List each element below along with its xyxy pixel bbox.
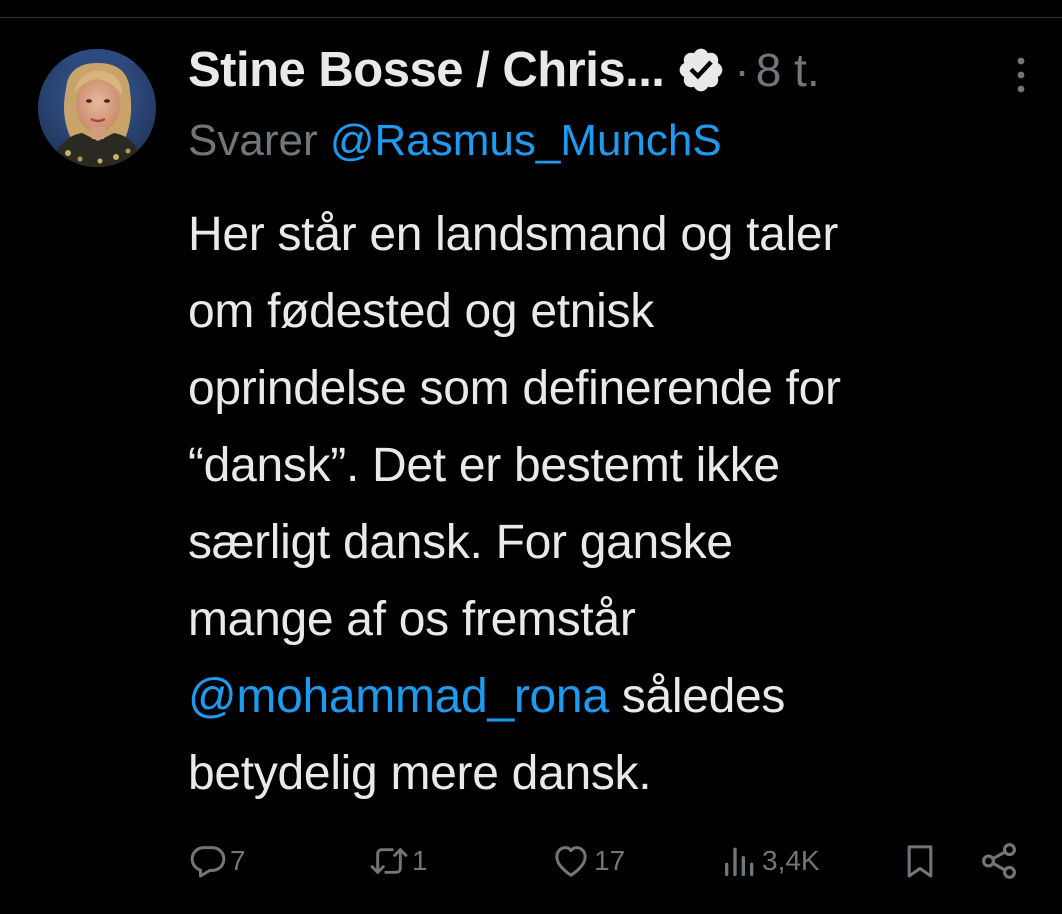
- avatar-image: [38, 49, 156, 167]
- author-avatar[interactable]: [38, 49, 156, 167]
- reply-to-mention-link[interactable]: @Rasmus_MunchS: [330, 116, 722, 165]
- tweet-text-line: Her står en landsmand og taler: [188, 208, 839, 261]
- more-options-icon[interactable]: [1000, 52, 1042, 98]
- tweet-text-line: “dansk”. Det er bestemt ikke: [188, 439, 780, 492]
- tweet-header: Stine Bosse / Chris... · 8 t.: [188, 38, 820, 102]
- tweet-text-line: om fødested og etnisk: [188, 285, 654, 338]
- author-display-name[interactable]: Stine Bosse / Chris...: [188, 42, 665, 98]
- reply-button[interactable]: 7: [188, 836, 246, 886]
- tweet-text: Her står en landsmand og taler om fødest…: [188, 196, 1038, 812]
- tweet-text-line: mange af os fremstår: [188, 593, 636, 646]
- tweet-timestamp[interactable]: 8 t.: [756, 43, 820, 97]
- share-button[interactable]: [978, 836, 1020, 886]
- bookmark-button[interactable]: [900, 836, 940, 886]
- tweet-text-line: oprindelse som definerende for: [188, 362, 841, 415]
- share-icon: [982, 843, 1016, 879]
- heart-icon: [555, 846, 587, 877]
- repost-button[interactable]: 1: [368, 836, 428, 886]
- like-count: 17: [594, 845, 626, 876]
- tweet-text-fragment: således: [608, 670, 786, 723]
- tweet-action-bar: 7 1 17 3,4K: [188, 836, 1028, 886]
- view-count: 3,4K: [762, 845, 820, 876]
- reply-count: 7: [230, 845, 246, 876]
- top-divider: [0, 0, 1062, 18]
- repost-icon: [370, 848, 408, 874]
- repost-count: 1: [412, 845, 428, 876]
- like-button[interactable]: 17: [550, 836, 625, 886]
- replying-to-line: Svarer @Rasmus_MunchS: [188, 116, 722, 166]
- tweet-text-line: betydelig mere dansk.: [188, 747, 652, 800]
- verified-badge-icon[interactable]: [676, 45, 726, 95]
- views-chart-icon: [725, 847, 754, 876]
- tweet-text-line: særligt dansk. For ganske: [188, 516, 733, 569]
- tweet-text-line: @mohammad_rona således: [188, 658, 1038, 735]
- views-button[interactable]: 3,4K: [720, 836, 820, 886]
- mention-link[interactable]: @mohammad_rona: [188, 670, 609, 723]
- header-separator: ·: [734, 44, 750, 96]
- reply-prefix: Svarer: [188, 116, 318, 165]
- reply-icon: [190, 846, 226, 878]
- bookmark-icon: [907, 845, 933, 878]
